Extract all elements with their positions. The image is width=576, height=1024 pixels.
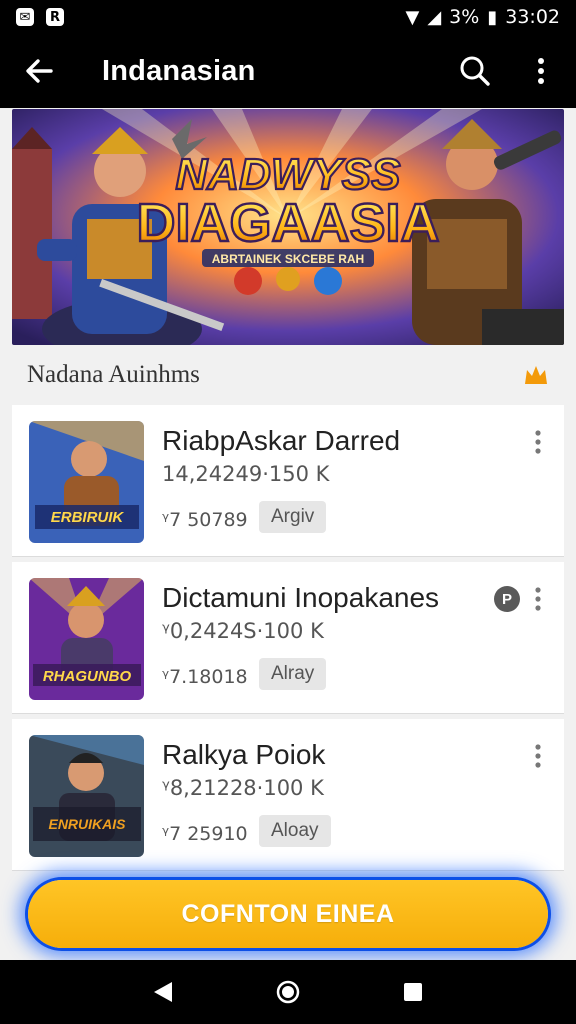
item-title: Dictamuni Inopakanes — [162, 582, 440, 613]
svg-text:NADWYSS: NADWYSS — [176, 150, 401, 199]
svg-text:DIAGAASIA: DIAGAASIA — [136, 193, 439, 253]
item-downloads: 14,24249·150 K — [162, 462, 330, 486]
item-downloads: ᵞ8,21228·100 K — [162, 776, 324, 800]
battery-percent: 3% — [449, 6, 480, 28]
item-title: Ralkya Poiok — [162, 739, 326, 770]
svg-text:RHAGUNBO: RHAGUNBO — [43, 668, 132, 685]
more-vertical-icon — [535, 744, 541, 768]
category-chip[interactable]: Argiv — [259, 501, 327, 533]
category-chip[interactable]: Alray — [259, 658, 327, 690]
wifi-icon: ▼ — [405, 6, 420, 28]
system-nav-bar — [0, 960, 576, 1024]
game-thumbnail: ERBIRUIK — [29, 421, 144, 543]
verified-badge-icon: P — [494, 586, 520, 612]
clock: 33:02 — [505, 6, 560, 28]
arrow-left-icon — [26, 59, 53, 83]
overflow-menu-button[interactable] — [524, 52, 558, 90]
list-item[interactable]: ENRUIKAIS Ralkya Poiok ᵞ8,21228·100 K ᵞ7… — [12, 719, 564, 871]
triangle-back-icon — [153, 982, 172, 1002]
circle-home-icon — [276, 980, 300, 1004]
back-button[interactable] — [0, 34, 78, 108]
svg-text:ABRTAINEK SKCEBE RAH: ABRTAINEK SKCEBE RAH — [212, 252, 364, 266]
search-icon — [460, 56, 490, 86]
section-header: Nadana Auinhms — [0, 345, 576, 405]
item-rating: ᵞ7 50789 — [162, 509, 248, 531]
nav-recents-button[interactable] — [393, 972, 433, 1012]
item-more-button[interactable] — [526, 427, 550, 457]
more-vertical-icon — [535, 587, 541, 611]
hero-banner[interactable]: NADWYSS DIAGAASIA ABRTAINEK SKCEBE RAH — [12, 109, 564, 345]
list-item[interactable]: RHAGUNBO Dictamuni Inopakanes ᵞ0,2424S·1… — [12, 562, 564, 714]
nav-back-button[interactable] — [143, 972, 183, 1012]
item-more-button[interactable] — [526, 584, 550, 614]
category-chip[interactable]: Aloay — [259, 815, 331, 847]
cta-area: COFNTON EINEA — [0, 868, 576, 960]
game-thumbnail: ENRUIKAIS — [29, 735, 144, 857]
list-item[interactable]: ERBIRUIK RiabpAskar Darred 14,24249·150 … — [12, 405, 564, 557]
section-title: Nadana Auinhms — [27, 361, 200, 388]
screen: ✉ R ▼ ◢ 3% ▮ 33:02 Indanasian NADWYSS DI… — [0, 0, 576, 1024]
page-title: Indanasian — [102, 54, 256, 87]
more-vertical-icon — [538, 58, 544, 84]
svg-text:ENRUIKAIS: ENRUIKAIS — [48, 816, 126, 832]
svg-text:ERBIRUIK: ERBIRUIK — [51, 509, 125, 526]
game-thumbnail: RHAGUNBO — [29, 578, 144, 700]
app-notification-icon: R — [46, 8, 64, 26]
item-more-button[interactable] — [526, 741, 550, 771]
battery-icon: ▮ — [487, 6, 498, 28]
crown-icon — [525, 366, 547, 384]
cta-button[interactable]: COFNTON EINEA — [28, 880, 548, 948]
item-rating: ᵞ7.18018 — [162, 666, 248, 688]
status-bar: ✉ R ▼ ◢ 3% ▮ 33:02 — [0, 0, 576, 34]
search-button[interactable] — [456, 52, 494, 90]
item-rating: ᵞ7 25910 — [162, 823, 248, 845]
app-bar: Indanasian — [0, 34, 576, 108]
nav-home-button[interactable] — [268, 972, 308, 1012]
signal-icon: ◢ — [427, 6, 442, 28]
item-downloads: ᵞ0,2424S·100 K — [162, 619, 324, 643]
more-vertical-icon — [535, 430, 541, 454]
notification-icon: ✉ — [16, 8, 34, 26]
item-title: RiabpAskar Darred — [162, 425, 401, 456]
square-recents-icon — [404, 983, 423, 1001]
